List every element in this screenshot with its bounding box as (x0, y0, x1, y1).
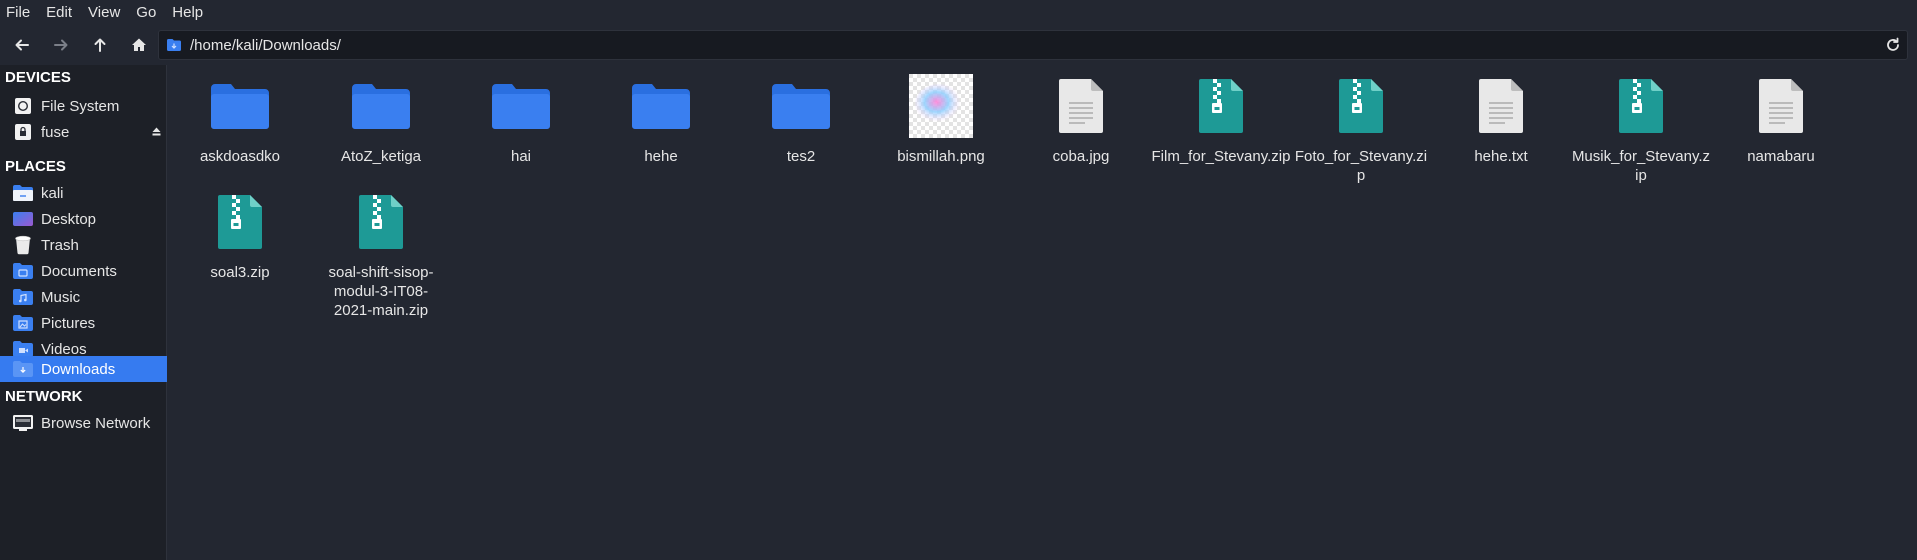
reload-icon[interactable] (1885, 37, 1901, 53)
devices-header: DEVICES (5, 69, 71, 86)
sidebar-item-label: File System (41, 97, 120, 115)
file-name: coba.jpg (1052, 148, 1110, 165)
trash-icon (12, 235, 34, 255)
home-folder-icon (12, 184, 34, 202)
sidebar-item-pictures[interactable]: Pictures (0, 310, 167, 336)
file-item-image[interactable]: bismillah.png (871, 73, 1011, 166)
places-header: PLACES (5, 158, 66, 175)
file-item-text[interactable]: coba.jpg (1011, 73, 1151, 166)
file-item-folder[interactable]: hai (451, 73, 591, 166)
file-name: hehe (644, 148, 678, 165)
file-name: soal-shift-sisop-modul-3-IT08-2021-main.… (328, 264, 434, 319)
desktop-icon (12, 210, 34, 228)
sidebar-item-label: Downloads (41, 360, 116, 378)
sidebar-item-label: Desktop (41, 210, 97, 228)
arrow-up-icon (94, 38, 106, 52)
sidebar-item-browse-network[interactable]: Browse Network (0, 410, 167, 436)
sidebar-item-label: Trash (41, 236, 79, 254)
sidebar-item-trash[interactable]: Trash (0, 232, 167, 258)
folder-icon (492, 84, 550, 129)
zip-file-icon (1619, 79, 1663, 133)
menu-go[interactable]: Go (136, 4, 156, 21)
image-thumbnail-icon (909, 74, 973, 138)
back-button[interactable] (7, 30, 37, 60)
downloads-folder-icon (12, 360, 34, 378)
file-item-text[interactable]: namabaru (1711, 73, 1851, 166)
sidebar-item-file-system[interactable]: File System (0, 93, 167, 119)
file-name: askdoasdko (199, 148, 281, 165)
arrow-left-icon (15, 39, 29, 50)
sidebar-item-desktop[interactable]: Desktop (0, 206, 167, 232)
file-name: bismillah.png (897, 148, 985, 165)
home-button[interactable] (124, 30, 154, 60)
sidebar-item-fuse[interactable]: fuse (0, 119, 167, 145)
sidebar-item-label: Pictures (41, 314, 96, 332)
file-name: tes2 (786, 148, 816, 165)
file-name: soal3.zip (210, 264, 270, 281)
zip-file-icon (1199, 79, 1243, 133)
sidebar: DEVICES File System fuse PLACES kali Des… (0, 65, 167, 560)
text-file-icon (1059, 79, 1103, 133)
text-file-icon (1479, 79, 1523, 133)
text-file-icon (1759, 79, 1803, 133)
sidebar-item-kali[interactable]: kali (0, 180, 167, 206)
location-path: /home/kali/Downloads/ (190, 36, 341, 54)
zip-file-icon (1339, 79, 1383, 133)
zip-file-icon (218, 195, 262, 249)
file-name: Musik_for_Stevany.zip (1571, 148, 1711, 184)
harddisk-icon (12, 97, 34, 115)
file-name: hai (510, 148, 532, 165)
menu-edit[interactable]: Edit (46, 4, 72, 21)
zip-file-icon (359, 195, 403, 249)
file-item-zip[interactable]: Film_for_Stevany.zip (1151, 73, 1291, 166)
file-item-folder[interactable]: hehe (591, 73, 731, 166)
network-icon (12, 414, 34, 432)
eject-icon[interactable] (152, 127, 161, 136)
sidebar-item-label: Videos (41, 340, 87, 358)
sidebar-item-label: fuse (41, 123, 70, 141)
file-name: AtoZ_ketiga (340, 148, 422, 165)
sidebar-item-downloads[interactable]: Downloads (0, 356, 167, 382)
downloads-folder-icon (167, 39, 181, 51)
folder-icon (772, 84, 830, 129)
folder-icon (352, 84, 410, 129)
sidebar-item-music[interactable]: Music (0, 284, 167, 310)
music-folder-icon (12, 288, 34, 306)
menu-help[interactable]: Help (172, 4, 203, 21)
up-button[interactable] (85, 30, 115, 60)
sidebar-item-label: kali (41, 184, 64, 202)
folder-icon (211, 84, 269, 129)
pictures-folder-icon (12, 314, 34, 332)
menu-view[interactable]: View (88, 4, 120, 21)
file-item-zip[interactable]: Foto_for_Stevany.zip (1291, 73, 1431, 185)
file-item-zip[interactable]: Musik_for_Stevany.zip (1571, 73, 1711, 185)
file-item-folder[interactable]: AtoZ_ketiga (311, 73, 451, 166)
forward-button[interactable] (46, 30, 76, 60)
file-item-zip[interactable]: soal-shift-sisop-modul-3-IT08-2021-main.… (311, 189, 451, 320)
file-view: askdoasdko AtoZ_ketiga hai hehe tes2 bis… (168, 65, 1917, 560)
file-item-folder[interactable]: tes2 (731, 73, 871, 166)
file-item-folder[interactable]: askdoasdko (170, 73, 310, 166)
file-item-zip[interactable]: soal3.zip (170, 189, 310, 282)
location-bar[interactable]: /home/kali/Downloads/ (158, 30, 1908, 60)
arrow-right-icon (54, 39, 68, 50)
file-name: Foto_for_Stevany.zip (1294, 148, 1428, 184)
folder-icon (632, 84, 690, 129)
home-icon (132, 38, 146, 51)
network-header: NETWORK (5, 388, 83, 405)
sidebar-item-documents[interactable]: Documents (0, 258, 167, 284)
drive-icon (12, 123, 34, 141)
file-name: hehe.txt (1474, 148, 1528, 165)
menu-file[interactable]: File (6, 4, 30, 21)
sidebar-item-label: Browse Network (41, 414, 151, 432)
file-name: namabaru (1747, 148, 1815, 165)
file-name: Film_for_Stevany.zip (1151, 148, 1291, 165)
sidebar-item-label: Music (41, 288, 81, 306)
sidebar-item-label: Documents (41, 262, 117, 280)
documents-folder-icon (12, 262, 34, 280)
file-item-text[interactable]: hehe.txt (1431, 73, 1571, 166)
menubar: File Edit View Go Help (0, 0, 1917, 24)
